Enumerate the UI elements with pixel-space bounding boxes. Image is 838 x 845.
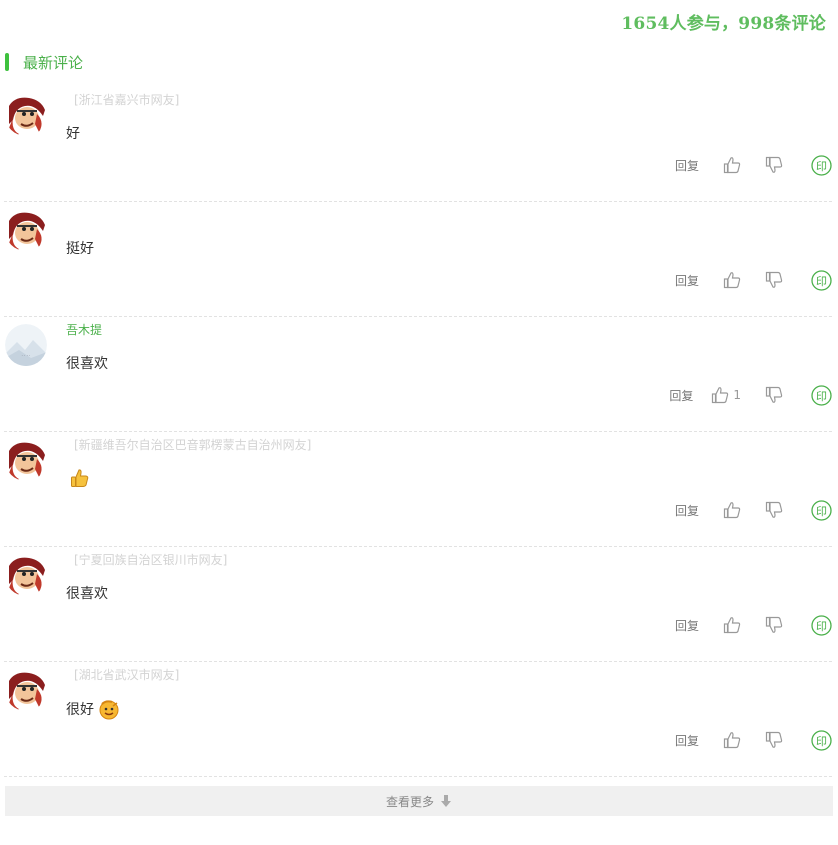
comment-content: 很好 <box>66 698 120 720</box>
svg-text:· · · ·: · · · · <box>22 353 31 358</box>
comment-item: [浙江省嘉兴市网友] 好回复 印 <box>4 87 832 202</box>
seal-icon: 印 <box>811 499 832 521</box>
comment-actions: 回复 印 <box>675 269 832 291</box>
seal-stamp-button[interactable]: 印 <box>811 154 832 176</box>
like-button[interactable] <box>723 156 741 174</box>
seal-stamp-button[interactable]: 印 <box>811 499 832 521</box>
comment-actions: 回复 印 <box>675 729 832 751</box>
comment-item: [湖北省武汉市网友] 很好回复 印 <box>4 662 832 777</box>
comment-content <box>66 468 90 488</box>
comment-content: 好 <box>66 123 80 143</box>
comment-text: 很喜欢 <box>66 356 108 372</box>
seal-stamp-button[interactable]: 印 <box>811 269 832 291</box>
load-more-button[interactable]: 查看更多 <box>5 786 833 816</box>
participation-stats: 1654人参与，998条评论 <box>621 14 826 34</box>
comment-author: [宁夏回族自治区银川市网友] <box>74 553 228 567</box>
avatar[interactable] <box>5 669 47 711</box>
comment-content: 很喜欢 <box>66 353 108 373</box>
section-header: 最新评论 <box>5 52 83 72</box>
comment-author: [新疆维吾尔自治区巴音郭楞蒙古自治州网友] <box>74 438 312 452</box>
comment-content: 很喜欢 <box>66 583 108 603</box>
seal-stamp-button[interactable]: 印 <box>811 614 832 636</box>
comment-actions: 回复 1 印 <box>669 384 832 406</box>
comment-text: 挺好 <box>66 241 94 257</box>
reply-button[interactable]: 回复 <box>675 617 699 634</box>
dislike-button[interactable] <box>765 731 783 749</box>
svg-text:印: 印 <box>816 505 827 518</box>
svg-text:印: 印 <box>816 160 827 173</box>
like-button[interactable] <box>723 616 741 634</box>
seal-icon: 印 <box>811 384 832 406</box>
comment-list: [浙江省嘉兴市网友] 好回复印 挺好 回复印 · · · · 吾木提 很喜欢 回复 1 印 … <box>4 87 832 777</box>
comment-actions: 回复 印 <box>675 154 832 176</box>
arrow-down-icon <box>440 795 452 807</box>
thumbs-up-icon <box>723 731 741 749</box>
reply-button[interactable]: 回复 <box>669 387 693 404</box>
comment-text: 很喜欢 <box>66 586 108 602</box>
thumbs-down-icon <box>765 501 783 519</box>
like-button[interactable] <box>723 731 741 749</box>
svg-text:印: 印 <box>816 735 827 748</box>
comment-item: · · · · 吾木提很喜欢回复 1 印 <box>4 317 832 432</box>
comment-text: 很好 <box>66 702 94 718</box>
section-accent-bar <box>5 53 9 71</box>
thumbs-down-icon <box>765 386 783 404</box>
svg-text:印: 印 <box>816 275 827 288</box>
seal-icon: 印 <box>811 614 832 636</box>
dislike-button[interactable] <box>765 501 783 519</box>
thumbs-down-icon <box>765 731 783 749</box>
comment-actions: 回复 印 <box>675 499 832 521</box>
comment-text: 好 <box>66 126 80 142</box>
reply-button[interactable]: 回复 <box>675 732 699 749</box>
avatar[interactable] <box>5 94 47 136</box>
seal-stamp-button[interactable]: 印 <box>811 729 832 751</box>
like-button[interactable]: 1 <box>711 386 741 404</box>
thumbs-down-icon <box>765 616 783 634</box>
face-emoji-icon <box>98 698 120 720</box>
thumbs-up-icon <box>723 271 741 289</box>
comment-item: [宁夏回族自治区银川市网友] 很喜欢回复 印 <box>4 547 832 662</box>
seal-icon: 印 <box>811 729 832 751</box>
comment-author: [湖北省武汉市网友] <box>74 668 180 682</box>
thumbs-up-icon <box>723 501 741 519</box>
load-more-label: 查看更多 <box>385 794 434 809</box>
like-button[interactable] <box>723 271 741 289</box>
avatar[interactable]: · · · · <box>5 324 47 366</box>
dislike-button[interactable] <box>765 156 783 174</box>
dislike-button[interactable] <box>765 616 783 634</box>
comment-content: 挺好 <box>66 238 94 258</box>
like-button[interactable] <box>723 501 741 519</box>
avatar[interactable] <box>5 554 47 596</box>
thumbs-down-icon <box>765 156 783 174</box>
seal-stamp-button[interactable]: 印 <box>811 384 832 406</box>
comment-item: [新疆维吾尔自治区巴音郭楞蒙古自治州网友] 回复 印 <box>4 432 832 547</box>
comment-item: 挺好回复 印 <box>4 202 832 317</box>
section-title: 最新评论 <box>23 53 84 72</box>
thumbs-up-emoji-icon <box>70 468 90 488</box>
like-count: 1 <box>733 388 741 402</box>
avatar[interactable] <box>5 209 47 251</box>
comment-actions: 回复 印 <box>675 614 832 636</box>
comment-author[interactable]: 吾木提 <box>66 321 102 338</box>
thumbs-up-icon <box>723 156 741 174</box>
avatar[interactable] <box>5 439 47 481</box>
svg-text:印: 印 <box>816 390 827 403</box>
dislike-button[interactable] <box>765 386 783 404</box>
thumbs-down-icon <box>765 271 783 289</box>
comment-author: [浙江省嘉兴市网友] <box>74 93 180 107</box>
reply-button[interactable]: 回复 <box>675 272 699 289</box>
svg-text:印: 印 <box>816 620 827 633</box>
reply-button[interactable]: 回复 <box>675 157 699 174</box>
dislike-button[interactable] <box>765 271 783 289</box>
reply-button[interactable]: 回复 <box>675 502 699 519</box>
thumbs-up-icon <box>711 386 729 404</box>
seal-icon: 印 <box>811 269 832 291</box>
thumbs-up-icon <box>723 616 741 634</box>
seal-icon: 印 <box>811 154 832 176</box>
